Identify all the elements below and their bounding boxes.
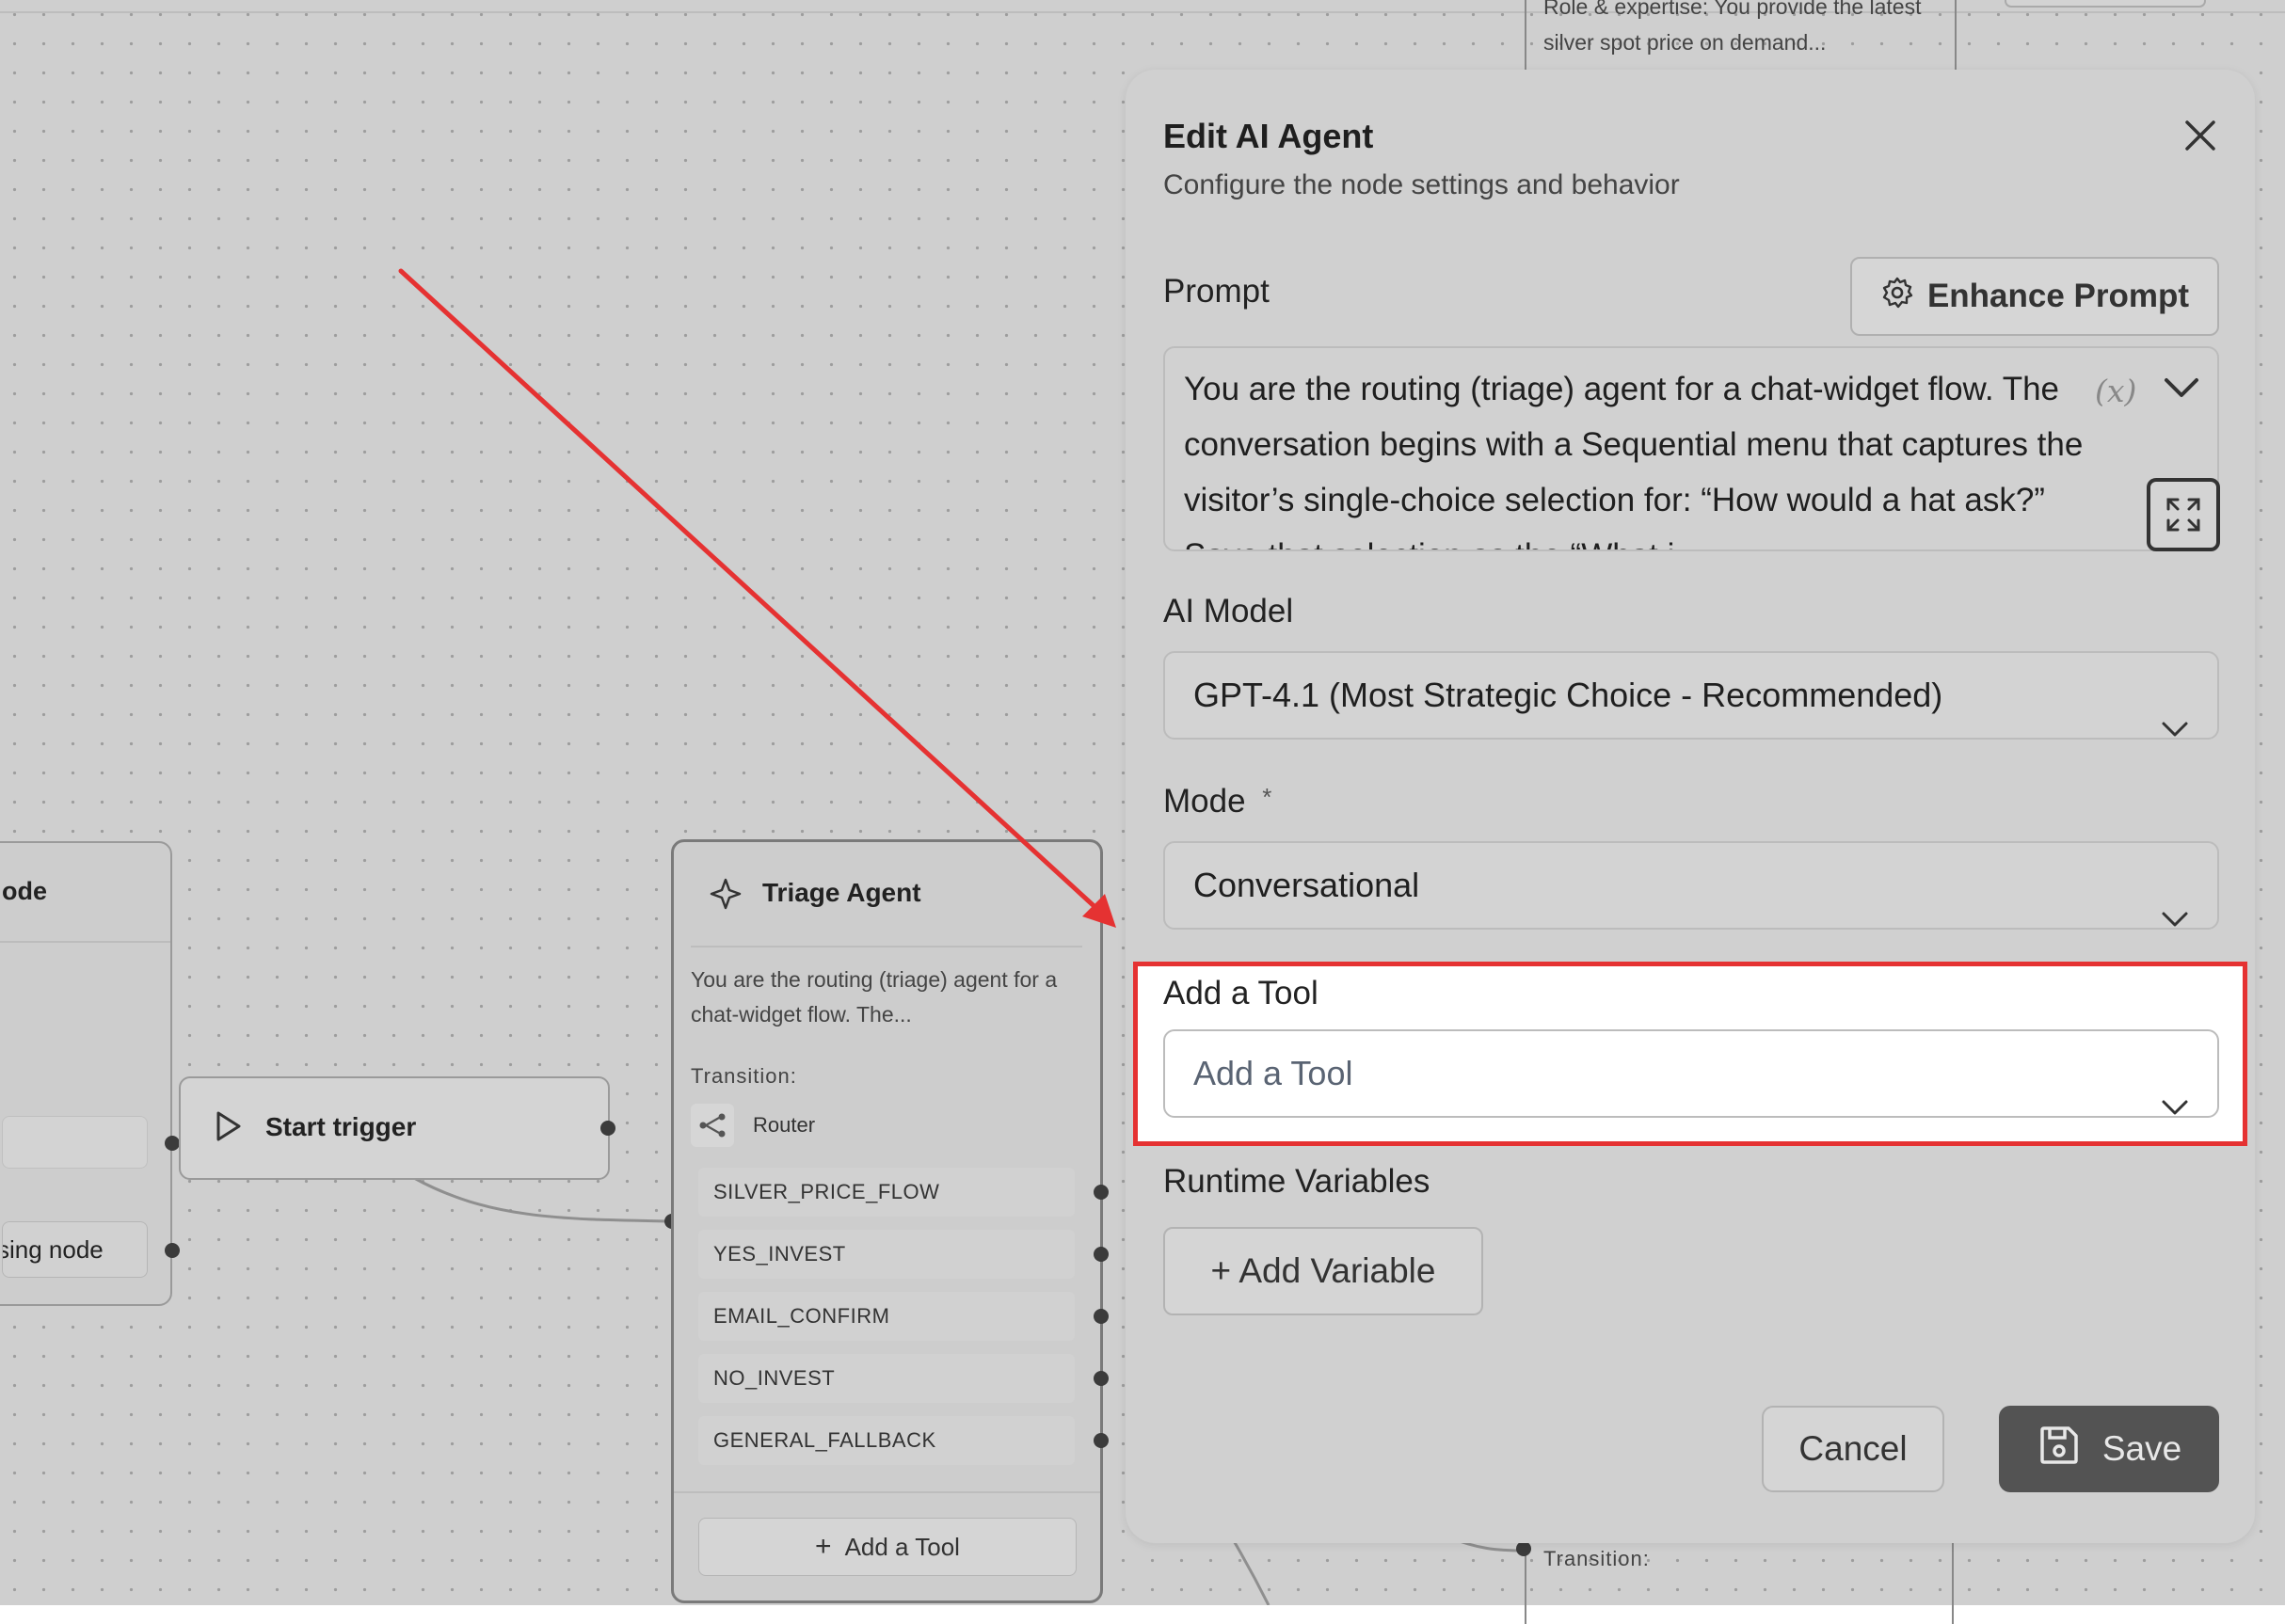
transition-label: Transition:: [691, 1064, 797, 1088]
connector-dot[interactable]: [600, 1121, 615, 1136]
node-field: [2, 1116, 148, 1169]
ai-model-value: GPT-4.1 (Most Strategic Choice - Recomme…: [1193, 676, 1943, 714]
gear-icon: [1880, 276, 1927, 318]
plus-icon: +: [815, 1531, 832, 1562]
panel-subtitle: Configure the node settings and behavior: [1163, 169, 1680, 200]
router-icon: [691, 1104, 734, 1147]
router-row: Router: [691, 1102, 815, 1149]
edit-ai-agent-panel: Edit AI Agent Configure the node setting…: [1126, 70, 2255, 1543]
mode-label: Mode *: [1163, 783, 1271, 820]
add-variable-button[interactable]: + Add Variable: [1163, 1227, 1483, 1315]
triage-agent-node[interactable]: Triage Agent You are the routing (triage…: [671, 839, 1103, 1603]
runtime-variables-label: Runtime Variables: [1163, 1163, 1430, 1200]
node-divider: [691, 946, 1082, 947]
partial-button[interactable]: [2005, 0, 2206, 8]
required-asterisk: *: [1262, 783, 1272, 811]
start-trigger-label: Start trigger: [265, 1112, 417, 1141]
start-trigger-node[interactable]: Start trigger: [179, 1076, 610, 1180]
partial-node-left[interactable]: ode sing node: [0, 841, 172, 1306]
connector-dot[interactable]: [1094, 1309, 1109, 1324]
add-tool-button[interactable]: + Add a Tool: [698, 1518, 1077, 1576]
route-item[interactable]: YES_INVEST: [698, 1230, 1075, 1279]
mode-select[interactable]: Conversational: [1163, 841, 2219, 930]
connector-dot[interactable]: [165, 1243, 180, 1258]
node-title: ode: [2, 877, 48, 905]
route-item[interactable]: EMAIL_CONFIRM: [698, 1292, 1075, 1341]
prompt-text: You are the routing (triage) agent for a…: [1184, 371, 2084, 549]
save-button[interactable]: Save: [1999, 1406, 2219, 1492]
transition-label: Transition:: [1543, 1547, 1650, 1570]
panel-title: Edit AI Agent: [1163, 117, 1374, 155]
highlight-box: [1133, 962, 2247, 1146]
route-item[interactable]: SILVER_PRICE_FLOW: [698, 1168, 1075, 1217]
save-label: Save: [2101, 1429, 2182, 1468]
partial-node-top-right[interactable]: Role & expertise: You provide the latest…: [1525, 0, 1957, 70]
connector-dot[interactable]: [1094, 1371, 1109, 1386]
enhance-prompt-label: Enhance Prompt: [1926, 278, 2190, 314]
chevron-down-icon[interactable]: [2163, 376, 2200, 404]
ai-model-select[interactable]: GPT-4.1 (Most Strategic Choice - Recomme…: [1163, 651, 2219, 740]
variable-insert-button[interactable]: (x): [2095, 373, 2136, 409]
sparkle-icon: [708, 876, 743, 916]
chevron-down-icon: [2161, 875, 2189, 960]
route-item[interactable]: NO_INVEST: [698, 1354, 1075, 1403]
prompt-label: Prompt: [1163, 273, 1270, 310]
node-description: Role & expertise: You provide the latest…: [1543, 0, 1922, 55]
node-title: Triage Agent: [762, 878, 921, 907]
enhance-prompt-button[interactable]: Enhance Prompt: [1850, 257, 2219, 336]
connector-dot[interactable]: [1516, 1541, 1531, 1556]
play-icon: [215, 1110, 243, 1147]
node-divider: [674, 1491, 1100, 1493]
connector-dot[interactable]: [1094, 1433, 1109, 1448]
connector-dot[interactable]: [1094, 1247, 1109, 1262]
expand-icon[interactable]: [2147, 478, 2220, 551]
node-divider: [0, 941, 170, 943]
node-description: You are the routing (triage) agent for a…: [691, 967, 1058, 1027]
node-pill[interactable]: sing node: [2, 1221, 148, 1278]
connector-dot[interactable]: [165, 1136, 180, 1151]
prompt-textarea[interactable]: You are the routing (triage) agent for a…: [1163, 346, 2219, 551]
mode-label-text: Mode: [1163, 783, 1246, 820]
close-icon[interactable]: [2180, 115, 2221, 156]
save-icon: [2037, 1423, 2102, 1476]
connector-dot[interactable]: [1094, 1185, 1109, 1200]
add-tool-label: Add a Tool: [844, 1532, 960, 1561]
ai-model-label: AI Model: [1163, 593, 1294, 629]
chevron-down-icon: [2161, 685, 2189, 770]
cancel-button[interactable]: Cancel: [1762, 1406, 1944, 1492]
router-label: Router: [753, 1113, 816, 1137]
route-item[interactable]: GENERAL_FALLBACK: [698, 1416, 1075, 1465]
mode-value: Conversational: [1193, 866, 1420, 904]
